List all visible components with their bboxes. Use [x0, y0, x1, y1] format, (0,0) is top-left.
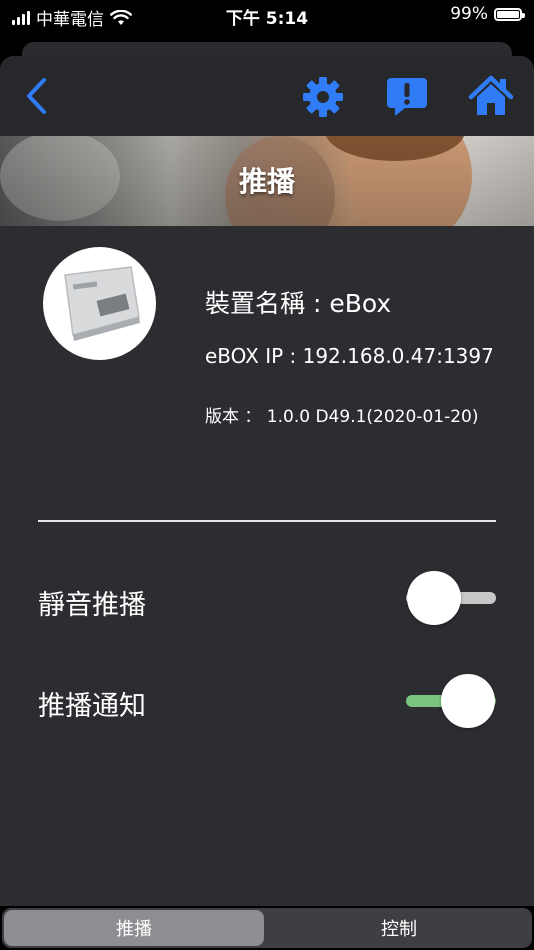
gear-icon — [303, 77, 343, 117]
device-image — [43, 247, 156, 360]
main-sheet: 推播 裝置名稱 : eBox eBOX IP : 192.168.0.47:13… — [0, 56, 534, 950]
status-bar: 中華電信 下午 5:14 99% — [0, 0, 534, 30]
tab-control[interactable]: 控制 — [268, 910, 530, 946]
chevron-left-icon — [27, 78, 46, 114]
page-title: 推播 — [238, 165, 295, 198]
settings-button[interactable] — [300, 74, 346, 120]
segmented-control: 推播 控制 — [2, 908, 532, 948]
battery-group: 99% — [450, 4, 525, 24]
device-ip: eBOX IP : 192.168.0.47:1397 — [205, 344, 494, 368]
back-button[interactable] — [16, 74, 56, 118]
mute-push-toggle[interactable] — [406, 570, 496, 626]
home-icon — [468, 75, 514, 115]
battery-icon — [494, 7, 525, 21]
ebox-device-icon — [64, 266, 140, 341]
toggle-knob — [407, 571, 461, 625]
messages-button[interactable] — [383, 73, 431, 121]
header-banner: 推播 — [0, 136, 534, 226]
push-notification-label: 推播通知 — [38, 691, 146, 722]
device-name: 裝置名稱 : eBox — [205, 289, 392, 318]
toggle-knob — [441, 674, 495, 728]
device-version: 版本 ： 1.0.0 D49.1(2020-01-20) — [205, 407, 479, 427]
nav-bar — [0, 56, 534, 136]
tab-bar: 推播 控制 — [0, 906, 534, 950]
divider — [38, 520, 496, 522]
alert-message-icon — [387, 78, 427, 116]
mute-push-label: 靜音推播 — [38, 590, 146, 621]
battery-percent: 99% — [450, 4, 488, 24]
home-button[interactable] — [466, 72, 516, 120]
push-notification-toggle[interactable] — [406, 673, 496, 729]
tab-push[interactable]: 推播 — [4, 910, 264, 946]
